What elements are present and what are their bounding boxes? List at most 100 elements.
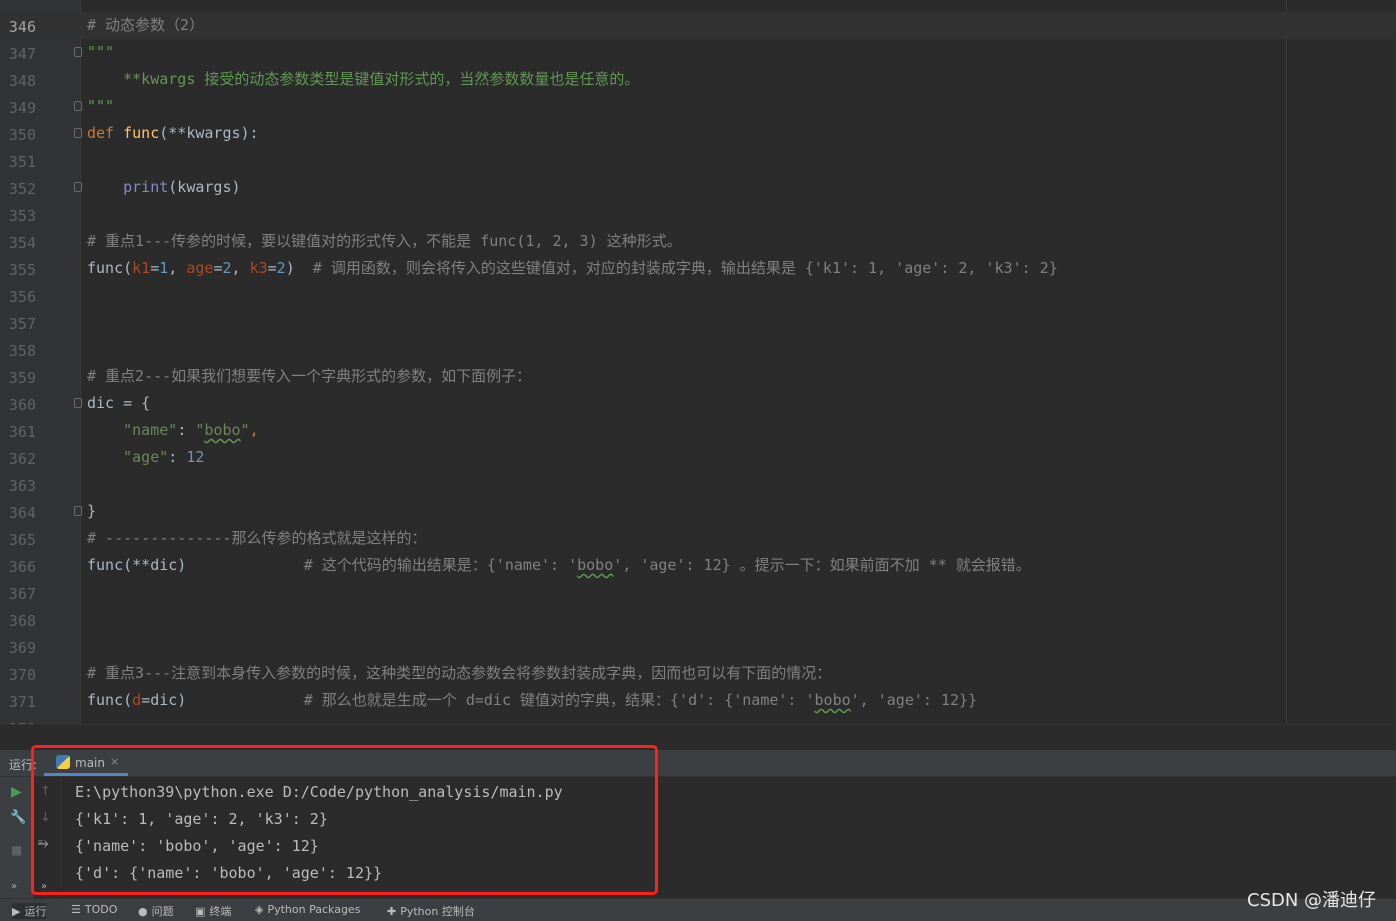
code-line[interactable]: 363 [0, 471, 1396, 498]
code-part: : [168, 448, 187, 466]
soft-wrap-icon[interactable]: ⥱ [38, 837, 48, 851]
comment: ', 'age': 12} 。提示一下：如果前面不加 ** 就会报错。 [613, 556, 1031, 574]
comment: # 那么也就是生成一个 d=dic 键值对的字典，结果：{'d': {'name… [303, 691, 815, 709]
more-icon[interactable]: » [41, 880, 47, 894]
code-line[interactable]: 356 [0, 282, 1396, 309]
comment: ', 'age': 12}} [850, 691, 978, 709]
code-line[interactable]: 354 # 重点1---传参的时候，要以键值对的形式传入，不能是 func(1,… [0, 228, 1396, 255]
line-number: 363 [8, 477, 36, 495]
code-line[interactable]: 369 [0, 633, 1396, 660]
line-number: 358 [8, 342, 36, 360]
code-line[interactable]: 359 # 重点2---如果我们想要传入一个字典形式的参数，如下面例子： [0, 363, 1396, 390]
param-name: age [186, 259, 214, 277]
tool-tab-label: 问题 [151, 905, 174, 918]
code-text: func(**dic) # 这个代码的输出结果是：{'name': 'bobo'… [87, 556, 1031, 575]
line-number: 367 [8, 585, 36, 603]
run-toolbar: ▶ 🔧 ■ » [0, 777, 34, 898]
code-part: func( [87, 691, 133, 709]
docstring: **kwargs 接受的动态参数类型是键值对形式的，当然参数数量也是任意的。 [87, 70, 640, 88]
panel-splitter[interactable] [0, 724, 1396, 751]
code-line[interactable]: 347 """ [0, 39, 1396, 66]
console-line: {'name': 'bobo', 'age': 12} [75, 837, 319, 855]
code-line[interactable]: 361 "name": "bobo", [0, 417, 1396, 444]
tool-tab-label: Python Packages [267, 903, 361, 916]
rerun-icon[interactable]: ▶ [11, 785, 22, 799]
code-line[interactable]: 367 [0, 579, 1396, 606]
tab-label: main [75, 756, 105, 770]
code-line[interactable]: 349 """ [0, 93, 1396, 120]
code-line[interactable]: 364 } [0, 498, 1396, 525]
line-number: 371 [8, 693, 36, 711]
code-line[interactable]: 370 # 重点3---注意到本身传入参数的时候，这种类型的动态参数会将参数封装… [0, 660, 1396, 687]
line-number: 370 [8, 666, 36, 684]
line-number: 352 [8, 180, 36, 198]
console-line: {'d': {'name': 'bobo', 'age': 12}} [75, 864, 383, 882]
code-rest: (**kwargs): [159, 124, 259, 142]
code-line[interactable]: 365 # --------------那么传参的格式就是这样的： [0, 525, 1396, 552]
tool-tab-problems[interactable]: ● 问题 [138, 903, 174, 919]
python-console-icon: ✚ [387, 905, 397, 918]
code-line[interactable]: 350 def func(**kwargs): [0, 120, 1396, 147]
code-line[interactable]: 353 [0, 201, 1396, 228]
code-line-current[interactable]: 346 # 动态参数（2） [0, 12, 1396, 39]
tab-main[interactable]: main × [44, 750, 128, 776]
code-text: "name": "bobo", [87, 421, 258, 440]
tool-tab-run[interactable]: ▶ 运行 [12, 903, 47, 919]
tool-tab-label: 终端 [209, 905, 232, 918]
code-line[interactable]: 360 dic = { [0, 390, 1396, 417]
code-line[interactable]: 357 [0, 309, 1396, 336]
code-line[interactable]: 366 func(**dic) # 这个代码的输出结果是：{'name': 'b… [0, 552, 1396, 579]
tool-tab-terminal[interactable]: ▣ 终端 [195, 903, 231, 919]
stop-icon[interactable]: ■ [11, 843, 22, 857]
param-name: k3 [249, 259, 268, 277]
code-line[interactable]: 368 [0, 606, 1396, 633]
code-text: } [87, 502, 97, 520]
string-value: bobo [204, 421, 241, 439]
code-line[interactable]: 355 func(k1=1, age=2, k3=2) # 调用函数，则会将传入… [0, 255, 1396, 282]
line-number: 347 [8, 45, 36, 63]
code-line[interactable]: 352 print(kwargs) [0, 174, 1396, 201]
comment: # --------------那么传参的格式就是这样的： [87, 529, 427, 547]
tool-tab-python-console[interactable]: ✚ Python 控制台 [387, 903, 475, 919]
code-line[interactable]: 348 **kwargs 接受的动态参数类型是键值对形式的，当然参数数量也是任意… [0, 66, 1396, 93]
function-name: func [123, 124, 160, 142]
tool-tab-label: 运行 [24, 905, 47, 918]
close-icon[interactable]: × [110, 755, 119, 768]
packages-icon: ◈ [255, 903, 264, 916]
code-rest: (kwargs) [168, 178, 241, 196]
tool-tab-todo[interactable]: ☰ TODO [71, 903, 117, 916]
console-output[interactable]: E:\python39\python.exe D:/Code/python_an… [0, 777, 1396, 898]
wrench-icon[interactable]: 🔧 [10, 811, 26, 825]
line-number: 351 [8, 153, 36, 171]
run-tool-window-header: 运行: main × [0, 750, 1396, 777]
line-number: 361 [8, 423, 36, 441]
more-icon[interactable]: » [11, 880, 17, 894]
fold-marker-icon[interactable] [74, 128, 82, 138]
tool-tab-label: Python 控制台 [400, 905, 475, 918]
line-number: 354 [8, 234, 36, 252]
code-line[interactable]: 358 [0, 336, 1396, 363]
fold-marker-icon[interactable] [74, 506, 82, 516]
line-number: 362 [8, 450, 36, 468]
scroll-up-icon[interactable]: ↑ [40, 785, 51, 799]
code-editor[interactable]: 345 346 # 动态参数（2） 347 """ 348 **kwargs 接… [0, 0, 1396, 724]
comment-typo: bobo [577, 556, 614, 574]
line-number: 357 [8, 315, 36, 333]
fold-marker-icon[interactable] [74, 47, 82, 57]
fold-marker-icon[interactable] [74, 101, 82, 111]
code-line[interactable]: 351 [0, 147, 1396, 174]
line-number: 350 [8, 126, 36, 144]
line-number: 365 [8, 531, 36, 549]
console-line: E:\python39\python.exe D:/Code/python_an… [75, 783, 563, 801]
fold-marker-icon[interactable] [74, 182, 82, 192]
code-line[interactable]: 371 func(d=dic) # 那么也就是生成一个 d=dic 键值对的字典… [0, 687, 1396, 714]
scroll-down-icon[interactable]: ↓ [40, 811, 51, 825]
tool-tab-python-packages[interactable]: ◈ Python Packages [255, 903, 360, 916]
run-icon: ▶ [12, 905, 21, 918]
fold-marker-icon[interactable] [74, 398, 82, 408]
comment: # 动态参数（2） [87, 16, 205, 34]
string-quote: " [240, 421, 250, 439]
code-line[interactable]: 362 "age": 12 [0, 444, 1396, 471]
line-number: 356 [8, 288, 36, 306]
